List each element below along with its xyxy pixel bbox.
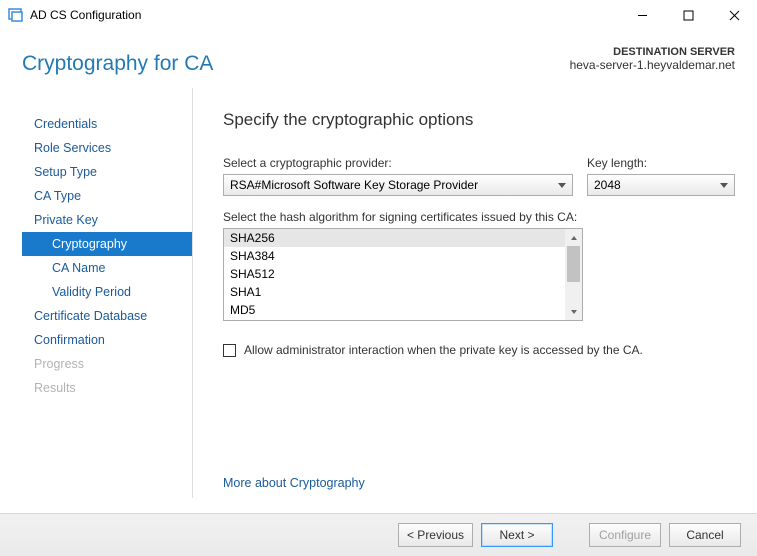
sidebar-item-cryptography[interactable]: Cryptography (22, 232, 192, 256)
previous-button[interactable]: < Previous (398, 523, 473, 547)
sidebar-item-private-key[interactable]: Private Key (22, 208, 192, 232)
sidebar-item-confirmation[interactable]: Confirmation (22, 328, 192, 352)
hash-listbox[interactable]: SHA256SHA384SHA512SHA1MD5 (223, 228, 583, 321)
page-title: Cryptography for CA (22, 52, 213, 76)
sidebar-item-setup-type[interactable]: Setup Type (22, 160, 192, 184)
keylength-select[interactable]: 2048 (587, 174, 735, 196)
sidebar-item-ca-name[interactable]: CA Name (22, 256, 192, 280)
hash-option-sha256[interactable]: SHA256 (224, 229, 582, 247)
window-titlebar: AD CS Configuration (0, 0, 757, 30)
hash-label: Select the hash algorithm for signing ce… (223, 210, 735, 224)
sidebar-item-certificate-database[interactable]: Certificate Database (22, 304, 192, 328)
scroll-thumb[interactable] (567, 246, 580, 282)
listbox-scrollbar[interactable] (565, 229, 582, 320)
main-heading: Specify the cryptographic options (223, 110, 735, 130)
window-title: AD CS Configuration (30, 8, 619, 22)
wizard-sidebar: CredentialsRole ServicesSetup TypeCA Typ… (22, 88, 193, 498)
minimize-button[interactable] (619, 0, 665, 30)
allow-admin-checkbox[interactable] (223, 344, 236, 357)
scroll-down-icon[interactable] (565, 303, 582, 320)
cancel-button[interactable]: Cancel (669, 523, 741, 547)
sidebar-item-role-services[interactable]: Role Services (22, 136, 192, 160)
app-icon (8, 7, 24, 23)
more-about-link[interactable]: More about Cryptography (223, 476, 365, 490)
hash-option-md5[interactable]: MD5 (224, 301, 582, 319)
close-button[interactable] (711, 0, 757, 30)
hash-option-sha512[interactable]: SHA512 (224, 265, 582, 283)
allow-admin-label: Allow administrator interaction when the… (244, 343, 643, 357)
destination-label: DESTINATION SERVER (570, 46, 735, 58)
sidebar-item-ca-type[interactable]: CA Type (22, 184, 192, 208)
keylength-label: Key length: (587, 156, 735, 170)
provider-value: RSA#Microsoft Software Key Storage Provi… (230, 178, 478, 192)
header: Cryptography for CA DESTINATION SERVER h… (0, 30, 757, 88)
sidebar-item-progress: Progress (22, 352, 192, 376)
configure-button: Configure (589, 523, 661, 547)
next-button[interactable]: Next > (481, 523, 553, 547)
maximize-button[interactable] (665, 0, 711, 30)
destination-value: heva-server-1.heyvaldemar.net (570, 58, 735, 72)
sidebar-item-credentials[interactable]: Credentials (22, 112, 192, 136)
destination-block: DESTINATION SERVER heva-server-1.heyvald… (570, 46, 735, 72)
allow-admin-checkbox-row[interactable]: Allow administrator interaction when the… (223, 343, 735, 357)
sidebar-item-results: Results (22, 376, 192, 400)
hash-option-sha384[interactable]: SHA384 (224, 247, 582, 265)
provider-select[interactable]: RSA#Microsoft Software Key Storage Provi… (223, 174, 573, 196)
main-panel: Specify the cryptographic options Select… (193, 88, 735, 498)
hash-option-sha1[interactable]: SHA1 (224, 283, 582, 301)
wizard-footer: < Previous Next > Configure Cancel (0, 513, 757, 556)
sidebar-item-validity-period[interactable]: Validity Period (22, 280, 192, 304)
scroll-up-icon[interactable] (565, 229, 582, 246)
keylength-value: 2048 (594, 178, 621, 192)
provider-label: Select a cryptographic provider: (223, 156, 573, 170)
